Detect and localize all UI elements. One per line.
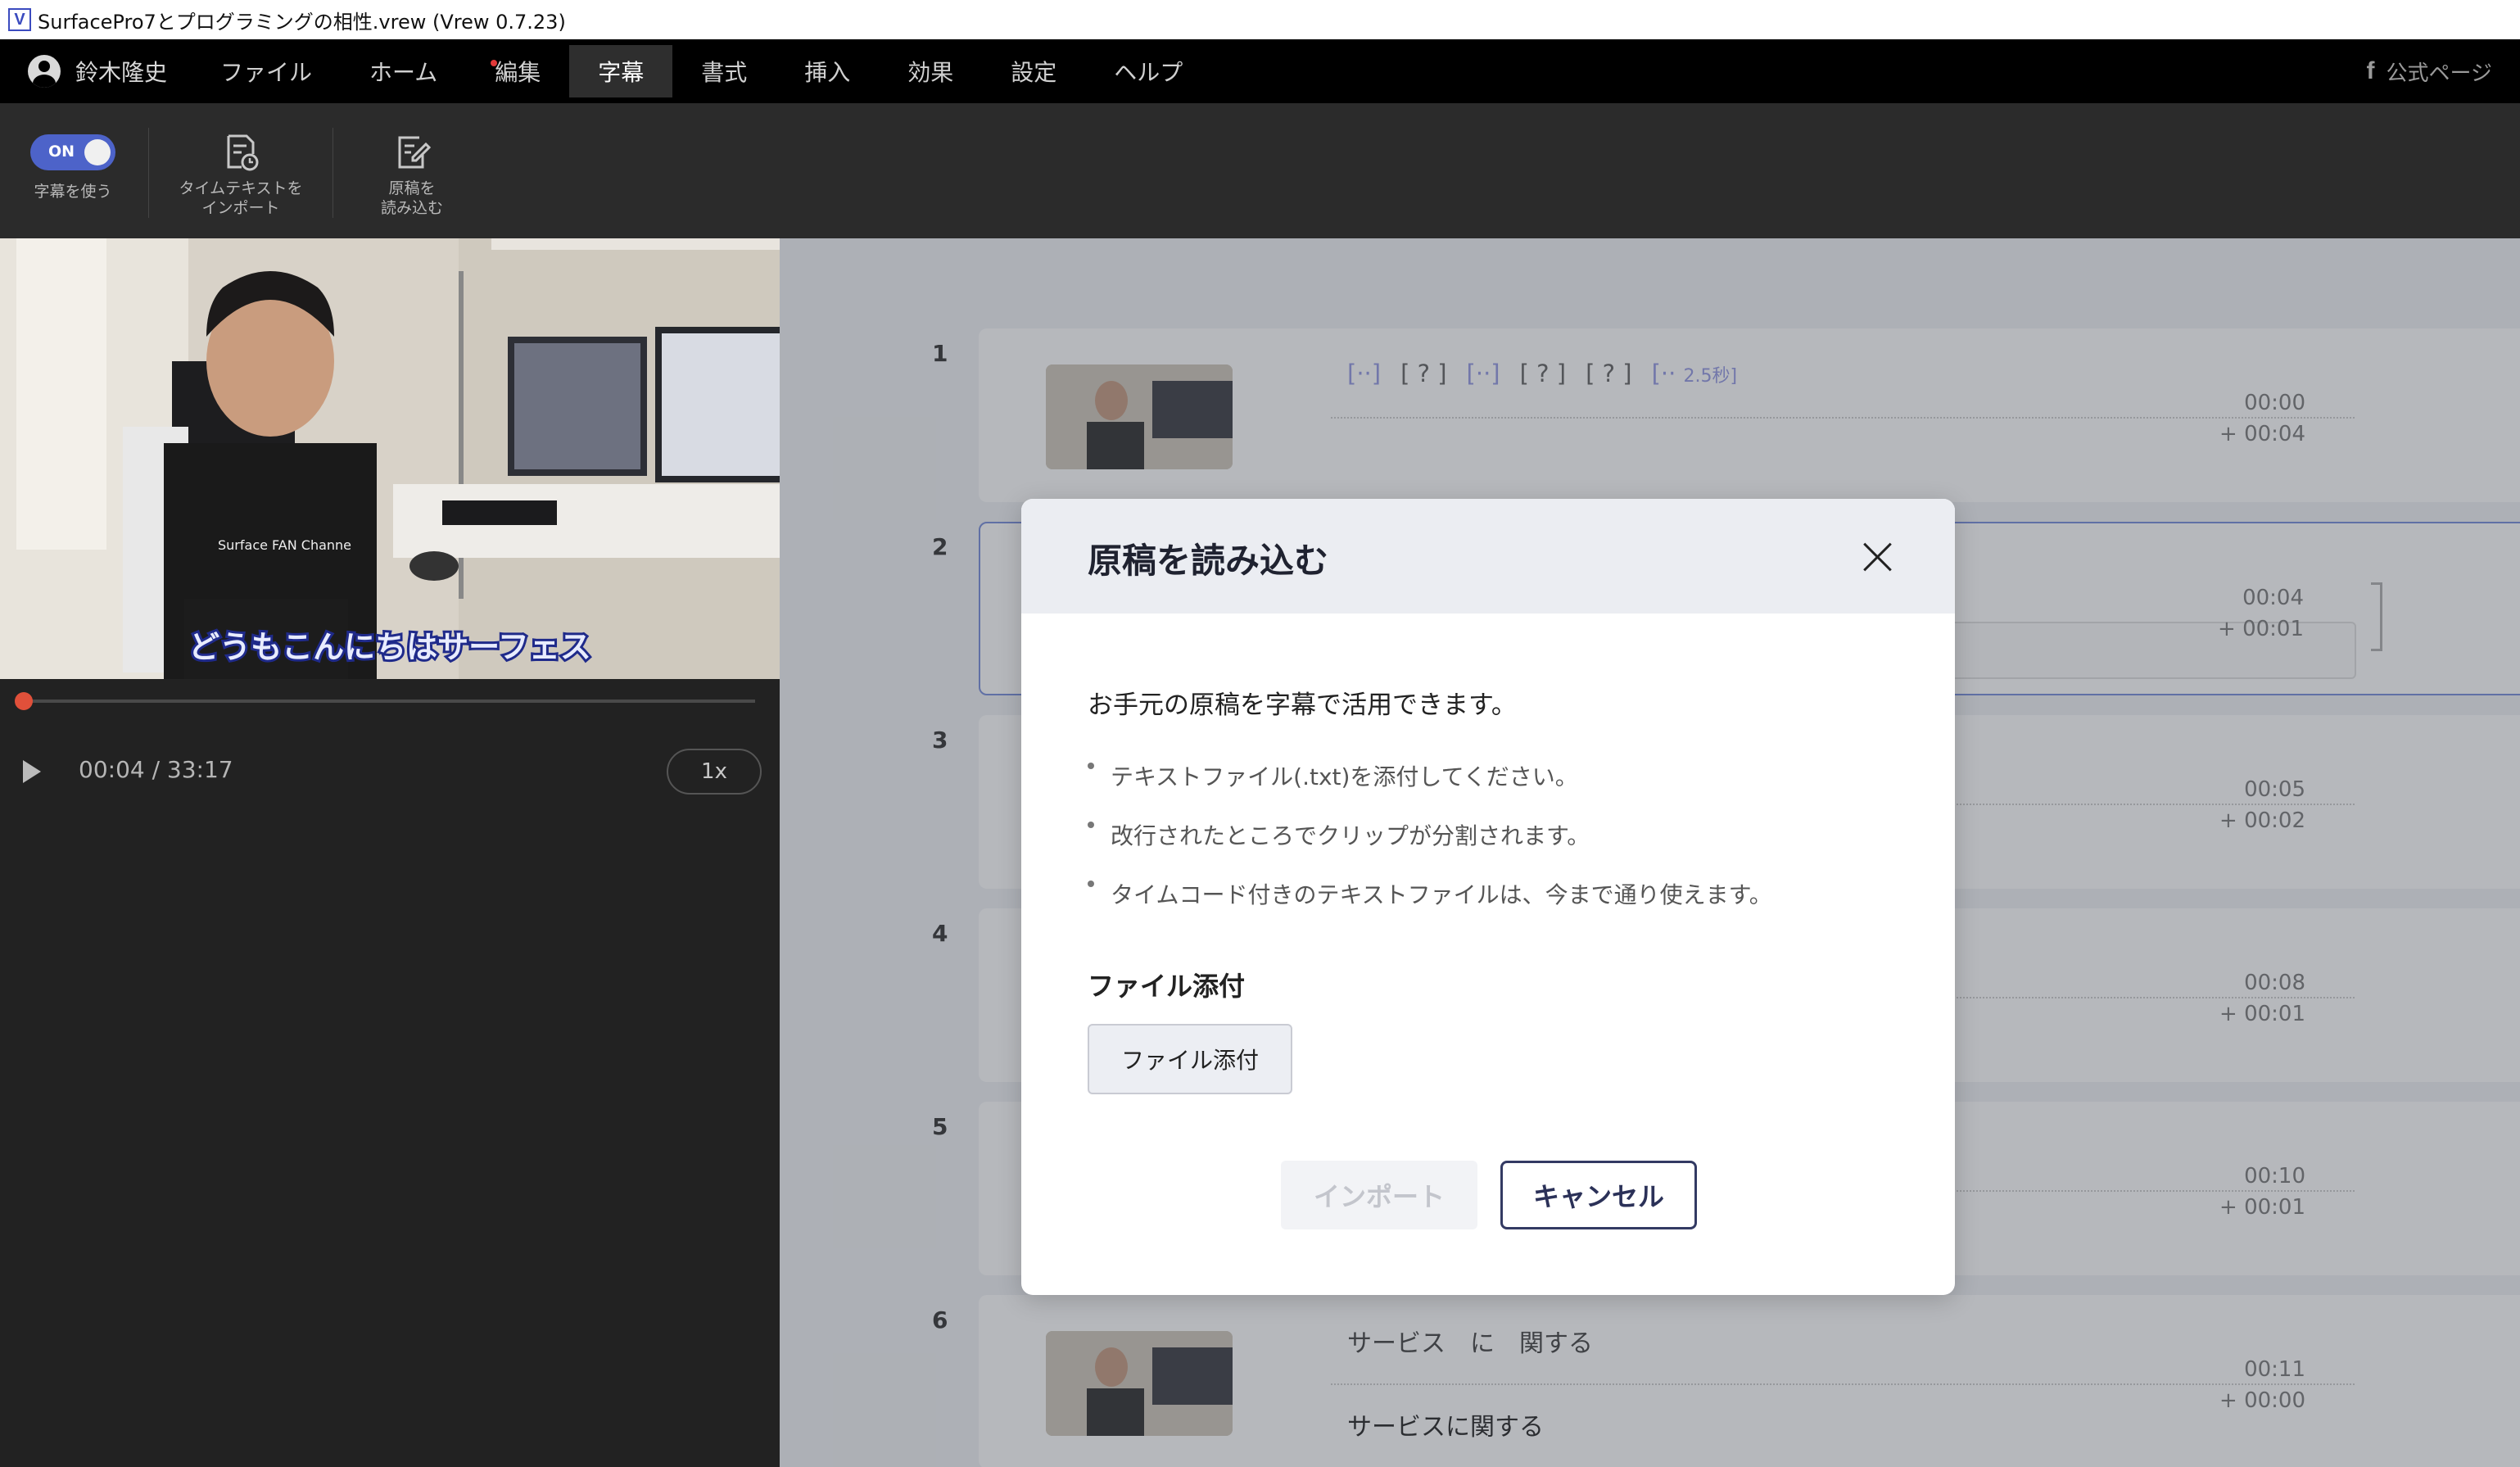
seek-bar[interactable]: [23, 700, 755, 703]
menu-edit[interactable]: 編集: [466, 45, 569, 97]
toggle-on-label: ON: [48, 143, 75, 161]
menu-format[interactable]: 書式: [672, 45, 776, 97]
load-script-icon: [398, 136, 432, 169]
toolbar-divider: [148, 128, 149, 218]
official-page-link[interactable]: f 公式ページ: [2367, 57, 2492, 87]
dialog-title: 原稿を読み込む: [1088, 541, 1329, 581]
video-preview[interactable]: Surface FAN Channe どうもこんにちはサーフェス: [0, 238, 780, 679]
import-button[interactable]: インポート: [1281, 1161, 1477, 1229]
load-script-dialog: 原稿を読み込む お手元の原稿を字幕で活用できます。 テキストファイル(.txt)…: [1021, 499, 1955, 1295]
menu-help[interactable]: ヘルプ: [1085, 45, 1211, 97]
menubar: 鈴木隆史 ファイル ホーム 編集 字幕 書式 挿入 効果 設定 ヘルプ f 公式…: [0, 39, 2520, 103]
menu-effects[interactable]: 効果: [879, 45, 982, 97]
instruction-item: 改行されたところでクリップが分割されます。: [1088, 818, 1590, 851]
use-subtitles-tool: ON 字幕を使う: [0, 103, 146, 238]
preview-panel: Surface FAN Channe どうもこんにちはサーフェス 00:04 /…: [0, 238, 780, 1467]
import-time-text-button[interactable]: タイムテキストを インポート: [162, 103, 319, 238]
cancel-button[interactable]: キャンセル: [1500, 1161, 1697, 1229]
window-title: SurfacePro7とプログラミングの相性.vrew (Vrew 0.7.23…: [38, 10, 566, 34]
video-subtitle: どうもこんにちはサーフェス: [188, 629, 591, 665]
official-page-label: 公式ページ: [2386, 61, 2492, 86]
subtitles-toggle[interactable]: ON: [30, 134, 115, 170]
use-subtitles-label: 字幕を使う: [34, 183, 112, 201]
import-time-text-label: タイムテキストを インポート: [179, 179, 303, 217]
instruction-text: 改行されたところでクリップが分割されます。: [1111, 822, 1590, 849]
facebook-icon: f: [2366, 57, 2375, 84]
shirt-text: Surface FAN Channe: [218, 537, 351, 553]
instruction-text: テキストファイル(.txt)を添付してください。: [1111, 763, 1578, 790]
instruction-text: タイムコード付きのテキストファイルは、今まで通り使えます。: [1111, 881, 1772, 908]
close-icon[interactable]: [1862, 541, 1893, 573]
vrew-app-icon: V: [8, 8, 31, 31]
bullet-dot: [1088, 822, 1094, 828]
user-name: 鈴木隆史: [75, 59, 168, 86]
window-titlebar: V SurfacePro7とプログラミングの相性.vrew (Vrew 0.7.…: [0, 0, 2520, 39]
menu-subtitles[interactable]: 字幕: [569, 45, 673, 97]
menu-file[interactable]: ファイル: [192, 45, 341, 97]
toggle-knob: [84, 139, 111, 165]
attach-file-button[interactable]: ファイル添付: [1088, 1024, 1292, 1094]
menu-insert[interactable]: 挿入: [776, 45, 879, 97]
user-avatar-icon: [28, 55, 61, 88]
menu-settings[interactable]: 設定: [982, 45, 1085, 97]
toolbar: ON 字幕を使う タイムテキストを インポート 原稿を 読み込む: [0, 103, 2520, 238]
file-attach-heading: ファイル添付: [1088, 971, 1246, 1002]
user-account[interactable]: 鈴木隆史: [28, 55, 167, 88]
menu-edit-label: 編集: [495, 59, 541, 86]
bullet-dot: [1088, 881, 1094, 887]
dialog-header: 原稿を読み込む: [1021, 499, 1955, 614]
play-icon[interactable]: [23, 760, 41, 783]
seek-handle[interactable]: [15, 692, 33, 710]
instruction-item: タイムコード付きのテキストファイルは、今まで通り使えます。: [1088, 877, 1772, 910]
dialog-intro: お手元の原稿を字幕で活用できます。: [1088, 690, 1517, 720]
menu-home[interactable]: ホーム: [341, 45, 466, 97]
load-script-button[interactable]: 原稿を 読み込む: [344, 103, 480, 238]
instruction-item: テキストファイル(.txt)を添付してください。: [1088, 759, 1578, 792]
playback-speed-button[interactable]: 1x: [667, 749, 762, 795]
video-frame-image: Surface FAN Channe どうもこんにちはサーフェス: [0, 238, 780, 679]
load-script-label: 原稿を 読み込む: [380, 179, 443, 217]
time-text-import-icon: [227, 134, 259, 171]
playback-time: 00:04 / 33:17: [79, 756, 233, 783]
bullet-dot: [1088, 763, 1094, 769]
